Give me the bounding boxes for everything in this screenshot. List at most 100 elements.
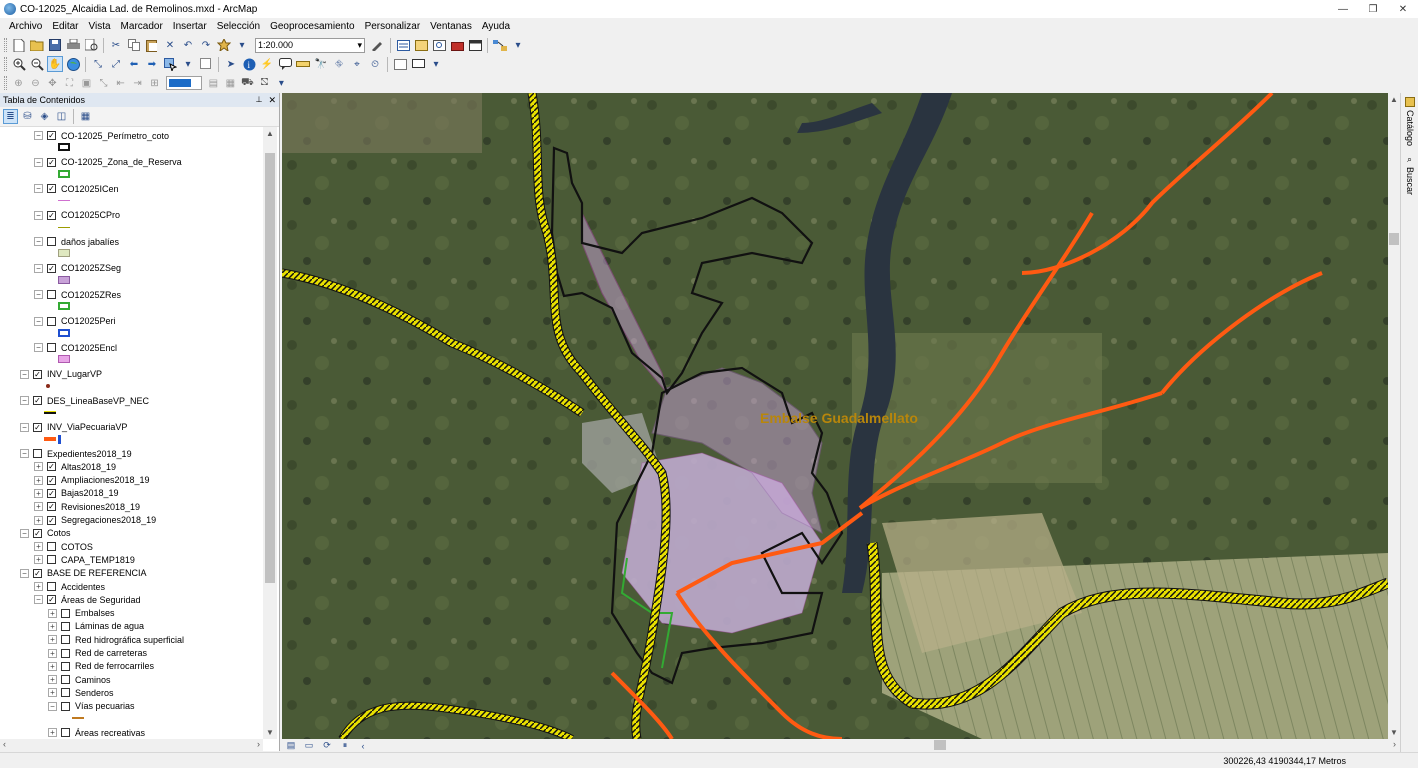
toolbar-options-icon[interactable]: ▾ bbox=[274, 75, 289, 91]
catalog-window-icon[interactable] bbox=[413, 37, 429, 53]
add-data-icon[interactable] bbox=[216, 37, 232, 53]
toc-layer-row[interactable]: + Red hidrográfica superficial bbox=[48, 633, 184, 646]
select-dropdown-icon[interactable]: ▾ bbox=[180, 56, 196, 72]
toc-layer-row[interactable]: − ✓ DES_LineaBaseVP_NEC bbox=[20, 394, 149, 407]
zoom-control-icon[interactable]: ⊞ bbox=[147, 75, 162, 91]
scroll-down-arrow[interactable]: ▼ bbox=[263, 728, 277, 737]
collapse-toggle-icon[interactable]: − bbox=[34, 263, 43, 273]
layout-zoom-in-icon[interactable]: ⊕ bbox=[11, 75, 26, 91]
expand-toggle-icon[interactable]: + bbox=[34, 515, 43, 525]
menu-ventanas[interactable]: Ventanas bbox=[425, 21, 477, 32]
menu-archivo[interactable]: Archivo bbox=[4, 21, 47, 32]
search-window-icon[interactable] bbox=[431, 37, 447, 53]
menu-seleccion[interactable]: Selección bbox=[212, 21, 265, 32]
layer-name[interactable]: Red de carreteras bbox=[75, 648, 147, 658]
toc-layer-row[interactable]: − ✓ CO-12025_Zona_de_Reserva bbox=[34, 156, 182, 169]
fixed-zoom-in-icon[interactable]: ⤡ bbox=[90, 56, 106, 72]
find-route-icon[interactable]: ⛗ bbox=[331, 56, 347, 72]
focus-data-frame-icon[interactable]: ▦ bbox=[223, 75, 238, 91]
layer-visibility-checkbox[interactable] bbox=[47, 290, 56, 299]
menu-geoprocesamiento[interactable]: Geoprocesamiento bbox=[265, 21, 360, 32]
copy-icon[interactable] bbox=[126, 37, 142, 53]
menu-insertar[interactable]: Insertar bbox=[168, 21, 212, 32]
map-vertical-scrollbar[interactable]: ▲ ▼ bbox=[1388, 93, 1400, 739]
menu-personalizar[interactable]: Personalizar bbox=[360, 21, 426, 32]
pan-icon[interactable]: ✋ bbox=[47, 56, 63, 72]
layer-symbol-swatch[interactable] bbox=[44, 382, 50, 392]
next-extent-layout-icon[interactable]: ⇥ bbox=[130, 75, 145, 91]
layer-name[interactable]: CO12025CPro bbox=[61, 210, 120, 220]
layer-symbol-swatch[interactable] bbox=[58, 169, 70, 180]
toc-layer-row[interactable]: − ✓ Áreas de Seguridad bbox=[34, 593, 141, 606]
zoom-whole-page-icon[interactable]: ⛶ bbox=[62, 75, 77, 91]
toc-layer-row[interactable]: − Vías pecuarias bbox=[48, 700, 135, 713]
collapse-toggle-icon[interactable]: − bbox=[20, 528, 29, 538]
layer-name[interactable]: DES_LineaBaseVP_NEC bbox=[47, 396, 149, 406]
layer-name[interactable]: Embalses bbox=[75, 608, 115, 618]
expand-toggle-icon[interactable]: + bbox=[48, 635, 57, 645]
collapse-toggle-icon[interactable]: − bbox=[34, 595, 43, 605]
layer-symbol-swatch[interactable] bbox=[58, 275, 70, 286]
collapse-toggle-icon[interactable]: − bbox=[48, 701, 57, 711]
expand-toggle-icon[interactable]: + bbox=[34, 462, 43, 472]
toc-layer-row[interactable]: − ✓ INV_ViaPecuariaVP bbox=[20, 421, 127, 434]
toc-layer-row[interactable]: + ✓ Bajas2018_19 bbox=[34, 487, 119, 500]
scroll-up-arrow[interactable]: ▲ bbox=[263, 129, 277, 138]
hyperlink-icon[interactable]: ⚡ bbox=[259, 56, 275, 72]
full-extent-icon[interactable] bbox=[65, 56, 81, 72]
save-icon[interactable] bbox=[47, 37, 63, 53]
python-window-icon[interactable] bbox=[467, 37, 483, 53]
list-by-visibility-icon[interactable]: ◈ bbox=[37, 109, 52, 124]
layer-symbol-swatch[interactable] bbox=[72, 714, 84, 724]
layer-visibility-checkbox[interactable]: ✓ bbox=[33, 396, 42, 405]
layer-visibility-checkbox[interactable]: ✓ bbox=[47, 184, 56, 193]
select-features-icon[interactable] bbox=[162, 56, 178, 72]
toc-layer-row[interactable]: + ✓ Revisiones2018_19 bbox=[34, 500, 140, 513]
layer-name[interactable]: Ampliaciones2018_19 bbox=[61, 475, 150, 485]
layer-name[interactable]: Revisiones2018_19 bbox=[61, 502, 140, 512]
toolbar-options-icon[interactable]: ▾ bbox=[428, 56, 444, 72]
expand-toggle-icon[interactable]: + bbox=[34, 542, 43, 552]
cut-icon[interactable]: ✂ bbox=[108, 37, 124, 53]
layer-symbol-swatch[interactable] bbox=[58, 223, 70, 233]
toc-layer-row[interactable]: − ✓ CO12025ICen bbox=[34, 182, 119, 195]
toc-options-icon[interactable]: ▦ bbox=[78, 109, 93, 124]
zoom-100-icon[interactable]: ▣ bbox=[79, 75, 94, 91]
collapse-toggle-icon[interactable]: − bbox=[34, 184, 43, 193]
layer-visibility-checkbox[interactable] bbox=[33, 449, 42, 458]
scroll-right-arrow[interactable]: › bbox=[1393, 739, 1396, 749]
scroll-up-arrow[interactable]: ▲ bbox=[1387, 95, 1401, 104]
map-tips-icon[interactable] bbox=[410, 56, 426, 72]
identify-icon[interactable]: i bbox=[241, 56, 257, 72]
expand-toggle-icon[interactable]: + bbox=[48, 608, 57, 618]
layer-visibility-checkbox[interactable] bbox=[47, 555, 56, 565]
toc-layer-row[interactable]: + ✓ Segregaciones2018_19 bbox=[34, 514, 156, 527]
layer-symbol-swatch[interactable] bbox=[58, 328, 70, 339]
table-of-contents-icon[interactable] bbox=[395, 37, 411, 53]
toolbar-grip[interactable] bbox=[4, 38, 7, 52]
layer-visibility-checkbox[interactable] bbox=[61, 661, 70, 671]
layer-name[interactable]: BASE DE REFERENCIA bbox=[47, 568, 147, 578]
collapse-toggle-icon[interactable]: − bbox=[34, 131, 43, 140]
pin-icon[interactable]: ⊥ bbox=[255, 95, 262, 106]
layer-visibility-checkbox[interactable] bbox=[61, 701, 70, 711]
layer-visibility-checkbox[interactable] bbox=[61, 728, 70, 738]
expand-toggle-icon[interactable]: + bbox=[48, 661, 57, 671]
map-canvas[interactable]: Embalse Guadalmellato bbox=[282, 93, 1388, 739]
layer-name[interactable]: Áreas recreativas bbox=[75, 728, 145, 738]
layer-visibility-checkbox[interactable]: ✓ bbox=[47, 488, 56, 498]
layer-visibility-checkbox[interactable]: ✓ bbox=[47, 131, 56, 140]
html-popup-icon[interactable] bbox=[277, 56, 293, 72]
menu-ayuda[interactable]: Ayuda bbox=[477, 21, 515, 32]
toc-layer-row[interactable]: − ✓ Cotos bbox=[20, 527, 71, 540]
maximize-button[interactable]: ❐ bbox=[1358, 0, 1388, 18]
toolbar-grip[interactable] bbox=[4, 57, 7, 71]
scroll-thumb[interactable] bbox=[265, 153, 275, 583]
toc-layer-row[interactable]: + CAPA_TEMP1819 bbox=[34, 553, 135, 566]
create-viewer-window-icon[interactable] bbox=[392, 56, 408, 72]
toc-layer-row[interactable]: − daños jabalíes bbox=[34, 235, 119, 248]
toc-layer-row[interactable]: − Expedientes2018_19 bbox=[20, 447, 132, 460]
collapse-toggle-icon[interactable]: − bbox=[20, 568, 29, 578]
data-driven-pages-icon[interactable]: ⛞ bbox=[257, 75, 272, 91]
layer-visibility-checkbox[interactable] bbox=[47, 343, 56, 352]
